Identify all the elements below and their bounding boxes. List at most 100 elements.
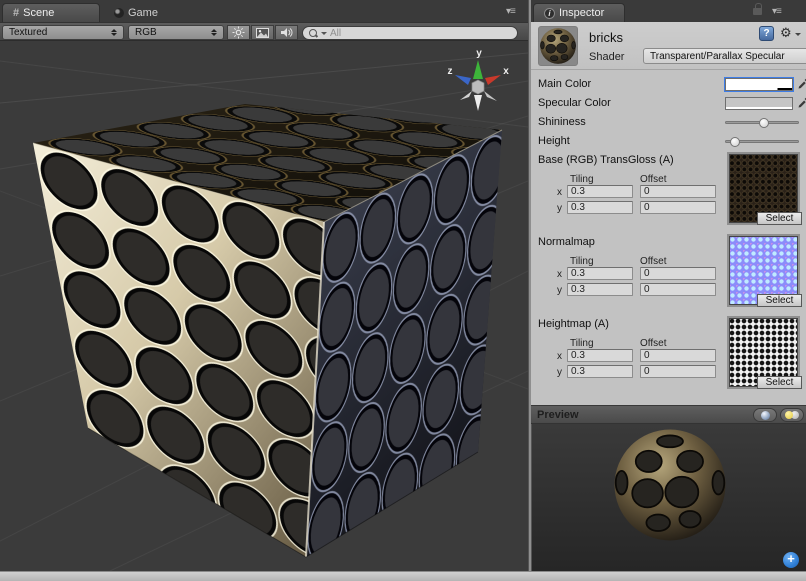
- render-mode-dropdown[interactable]: Textured: [2, 25, 124, 40]
- material-thumbnail[interactable]: [538, 26, 578, 66]
- gear-caret-icon: [795, 33, 801, 36]
- shininess-slider[interactable]: [725, 121, 799, 124]
- base-tiling-x-input[interactable]: [567, 185, 633, 198]
- eyedropper-icon[interactable]: [797, 96, 806, 109]
- height-label: Height: [538, 135, 570, 147]
- main-color-row: Main Color: [531, 76, 806, 92]
- scene-viewport[interactable]: y x z: [0, 41, 528, 571]
- scene-tabbar: # Scene Game ▾≡: [0, 0, 528, 22]
- color-mode-value: RGB: [135, 27, 205, 38]
- scene-grid-icon: #: [13, 7, 19, 19]
- gizmo-z-label: z: [448, 66, 453, 77]
- slider-handle[interactable]: [730, 137, 740, 147]
- normalmap-offset-y-input[interactable]: [640, 283, 716, 296]
- specular-color-swatch[interactable]: [725, 97, 793, 110]
- help-icon[interactable]: ?: [759, 26, 774, 41]
- base-offset-y-input[interactable]: [640, 201, 716, 214]
- tiling-header: Tiling: [570, 338, 594, 349]
- height-row: Height: [531, 133, 806, 149]
- axis-x-label: x: [557, 269, 562, 280]
- tab-game[interactable]: Game: [104, 3, 194, 22]
- shader-dropdown[interactable]: Transparent/Parallax Specular: [643, 48, 806, 64]
- offset-header: Offset: [640, 174, 667, 185]
- scene-search-field[interactable]: [302, 26, 518, 40]
- gear-icon[interactable]: ⚙: [780, 25, 792, 41]
- heightmap-offset-y-input[interactable]: [640, 365, 716, 378]
- shader-value: Transparent/Parallax Specular: [650, 51, 785, 62]
- slider-handle[interactable]: [759, 118, 769, 128]
- offset-header: Offset: [640, 338, 667, 349]
- lighting-toggle-button[interactable]: [227, 25, 250, 40]
- skybox-toggle-button[interactable]: [251, 25, 274, 40]
- gizmo-x-axis[interactable]: [485, 75, 501, 85]
- lock-icon[interactable]: [753, 8, 762, 15]
- normalmap-offset-x-input[interactable]: [640, 267, 716, 280]
- gizmo-y-axis[interactable]: [473, 60, 483, 79]
- sphere-icon: [761, 411, 770, 420]
- add-icon[interactable]: +: [783, 552, 799, 568]
- shader-label: Shader: [589, 51, 624, 63]
- specular-color-row: Specular Color: [531, 95, 806, 111]
- scene-panel: # Scene Game ▾≡ Textured RGB: [0, 0, 528, 571]
- color-mode-dropdown[interactable]: RGB: [128, 25, 224, 40]
- axis-y-label: y: [557, 285, 562, 296]
- inspector-panel: i Inspector ▾≡ bricks Shader Transparent…: [531, 0, 806, 571]
- normalmap-select-button[interactable]: Select: [757, 294, 802, 307]
- search-filter-arrow-icon[interactable]: [321, 32, 327, 35]
- preview-lighting-button[interactable]: [780, 408, 804, 422]
- base-texture-select-button[interactable]: Select: [757, 212, 802, 225]
- status-bar: [0, 571, 806, 581]
- axis-x-label: x: [557, 351, 562, 362]
- eyedropper-icon[interactable]: [797, 77, 806, 90]
- shininess-row: Shininess: [531, 114, 806, 130]
- height-slider[interactable]: [725, 140, 799, 143]
- normalmap-tiling-y-input[interactable]: [567, 283, 633, 296]
- base-texture-section: Base (RGB) TransGloss (A) Tiling Offset …: [531, 152, 806, 234]
- tab-scene[interactable]: # Scene: [2, 3, 100, 22]
- image-icon: [256, 28, 269, 38]
- gizmo-z-axis[interactable]: [455, 75, 471, 85]
- inspector-panel-menu-icon[interactable]: ▾≡: [772, 6, 781, 17]
- heightmap-tiling-y-input[interactable]: [567, 365, 633, 378]
- preview-shape-button[interactable]: [753, 408, 777, 422]
- preview-title: Preview: [537, 409, 579, 421]
- normalmap-tiling-x-input[interactable]: [567, 267, 633, 280]
- heightmap-offset-x-input[interactable]: [640, 349, 716, 362]
- material-name: bricks: [589, 30, 623, 45]
- scene-panel-menu-icon[interactable]: ▾≡: [506, 6, 515, 17]
- heightmap-select-button[interactable]: Select: [757, 376, 802, 389]
- gizmo-x-label: x: [503, 66, 509, 77]
- scene-3d-view: y x z: [0, 41, 528, 571]
- tiling-header: Tiling: [570, 174, 594, 185]
- heightmap-section: Heightmap (A) Tiling Offset x y Select: [531, 316, 806, 398]
- sun-icon: [232, 26, 245, 39]
- inspector-tabbar: i Inspector ▾≡: [531, 0, 806, 22]
- material-header: bricks Shader Transparent/Parallax Specu…: [531, 22, 806, 70]
- tab-game-label: Game: [128, 7, 158, 19]
- audio-toggle-button[interactable]: [275, 25, 298, 40]
- orientation-gizmo[interactable]: y x z: [448, 48, 510, 111]
- search-input[interactable]: [330, 28, 500, 39]
- base-tiling-y-input[interactable]: [567, 201, 633, 214]
- heightmap-tiling-x-input[interactable]: [567, 349, 633, 362]
- tab-inspector[interactable]: i Inspector: [533, 3, 625, 22]
- render-mode-value: Textured: [9, 27, 105, 38]
- preview-header[interactable]: Preview: [531, 405, 806, 424]
- heightmap-label: Heightmap (A): [538, 318, 609, 330]
- base-offset-x-input[interactable]: [640, 185, 716, 198]
- specular-color-label: Specular Color: [538, 97, 611, 109]
- normalmap-section: Normalmap Tiling Offset x y Select: [531, 234, 806, 316]
- tiling-header: Tiling: [570, 256, 594, 267]
- main-color-swatch[interactable]: [725, 78, 793, 91]
- shininess-label: Shininess: [538, 116, 586, 128]
- game-icon: [114, 8, 124, 18]
- base-texture-label: Base (RGB) TransGloss (A): [538, 154, 674, 166]
- preview-area[interactable]: +: [531, 424, 806, 571]
- search-icon: [309, 29, 318, 38]
- info-icon: i: [544, 8, 555, 19]
- normalmap-label: Normalmap: [538, 236, 595, 248]
- speaker-icon: [280, 27, 293, 38]
- tab-scene-label: Scene: [23, 7, 54, 19]
- cube-object[interactable]: [33, 104, 502, 557]
- material-preview-sphere: [611, 426, 729, 544]
